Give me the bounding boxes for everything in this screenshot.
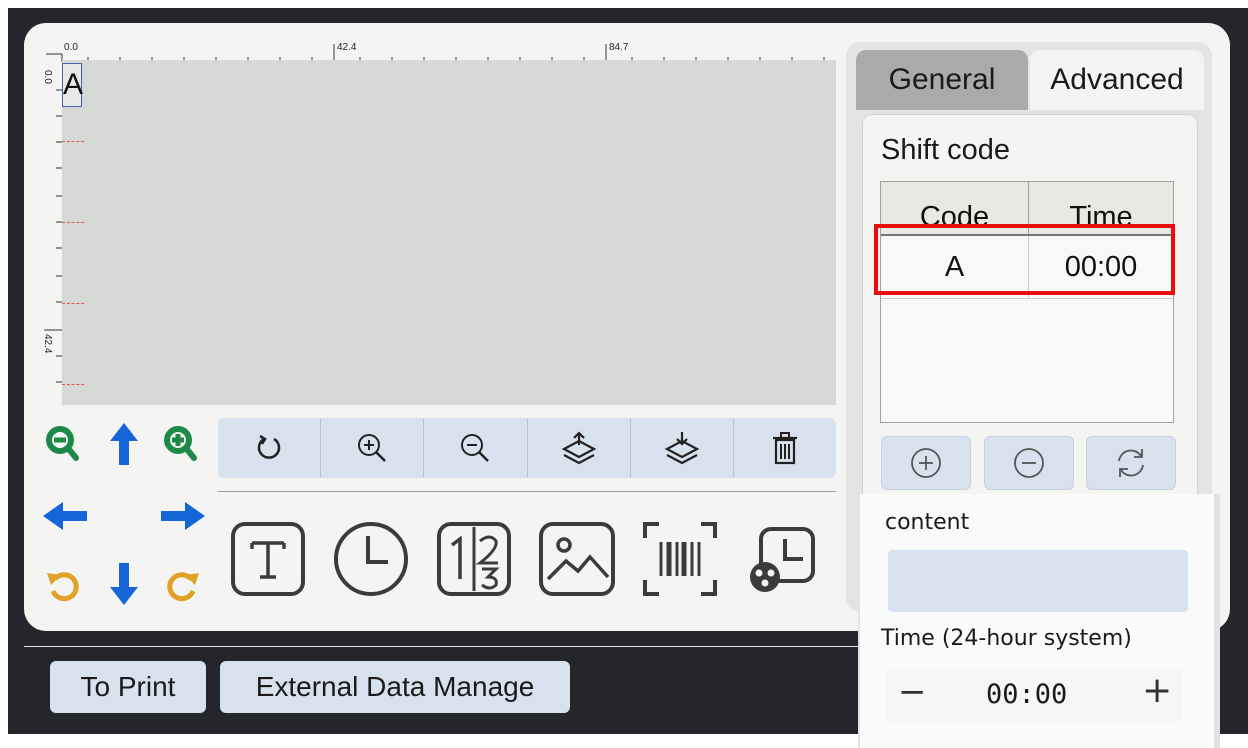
time-label: Time (24-hour system)	[881, 626, 1132, 651]
insert-text-button[interactable]	[229, 520, 307, 598]
arrow-down-icon[interactable]	[106, 560, 142, 608]
toolbar-divider	[218, 491, 836, 492]
zoom-in-icon	[358, 434, 387, 462]
selected-row-highlight	[874, 224, 1175, 295]
text-icon	[231, 522, 305, 596]
time-decrement-button[interactable]: −	[898, 672, 927, 712]
insert-image-button[interactable]	[538, 520, 616, 598]
layer-down-icon	[664, 432, 700, 465]
counter-icon	[437, 522, 511, 596]
zoom-out-icon[interactable]	[44, 424, 80, 464]
tab-general[interactable]: General	[856, 50, 1028, 110]
remove-circle-icon	[1014, 448, 1044, 478]
barcode-icon	[643, 522, 717, 596]
insert-counter-button[interactable]	[435, 520, 513, 598]
to-print-button[interactable]: To Print	[50, 661, 206, 713]
time-increment-button[interactable]: +	[1142, 670, 1172, 711]
insert-barcode-button[interactable]	[641, 520, 719, 598]
arrow-right-icon[interactable]	[158, 498, 208, 534]
edit-toolbar	[218, 418, 836, 478]
table-row-divider	[881, 298, 1173, 299]
refresh-button[interactable]	[1086, 436, 1176, 490]
remove-row-button[interactable]	[984, 436, 1074, 490]
ruler-left-label-0: 0.0	[42, 70, 53, 84]
rotate-cw-icon[interactable]	[162, 566, 202, 606]
arrow-left-icon[interactable]	[40, 498, 90, 534]
content-input[interactable]	[888, 550, 1188, 612]
insert-clock-button[interactable]	[332, 520, 410, 598]
external-data-manage-button[interactable]: External Data Manage	[220, 661, 570, 713]
clock-icon	[334, 522, 408, 596]
shift-code-icon	[750, 527, 815, 592]
canvas-zoom-in-button[interactable]	[321, 418, 425, 478]
refresh-icon	[1118, 449, 1144, 477]
top-ruler: 0.0 42.4 84.7	[46, 40, 834, 62]
margin-marker	[62, 303, 84, 304]
trash-icon	[772, 432, 797, 465]
add-row-button[interactable]	[881, 436, 971, 490]
label-canvas[interactable]	[62, 60, 836, 405]
left-ruler: 0.0 42.4	[40, 40, 62, 400]
canvas-text-item[interactable]: A	[62, 63, 83, 107]
tab-advanced[interactable]: Advanced	[1030, 50, 1204, 110]
add-circle-icon	[911, 448, 941, 478]
ruler-left-label-42: 42.4	[42, 334, 53, 354]
delete-button[interactable]	[734, 418, 836, 478]
content-label: content	[885, 510, 970, 535]
shift-code-title: Shift code	[881, 134, 1010, 166]
layer-up-button[interactable]	[528, 418, 631, 478]
canvas-zoom-out-button[interactable]	[424, 418, 528, 478]
ruler-label-0: 0.0	[64, 42, 78, 53]
layer-down-button[interactable]	[631, 418, 734, 478]
layer-up-icon	[561, 431, 596, 465]
ruler-label-84: 84.7	[609, 42, 629, 53]
arrow-up-icon[interactable]	[106, 420, 142, 468]
rotate-ccw-icon[interactable]	[44, 566, 84, 606]
margin-marker	[62, 141, 84, 142]
margin-marker	[62, 384, 84, 385]
zoom-in-icon[interactable]	[162, 424, 198, 464]
reset-rotation-button[interactable]	[218, 418, 322, 478]
image-icon	[539, 522, 615, 596]
insert-shift-code-button[interactable]	[744, 520, 822, 598]
margin-marker	[62, 222, 84, 223]
zoom-out-icon	[461, 434, 490, 462]
ruler-label-42: 42.4	[337, 42, 357, 53]
bottom-separator	[24, 646, 864, 647]
time-value[interactable]: 00:00	[986, 679, 1067, 710]
reset-rotation-icon	[257, 434, 281, 459]
